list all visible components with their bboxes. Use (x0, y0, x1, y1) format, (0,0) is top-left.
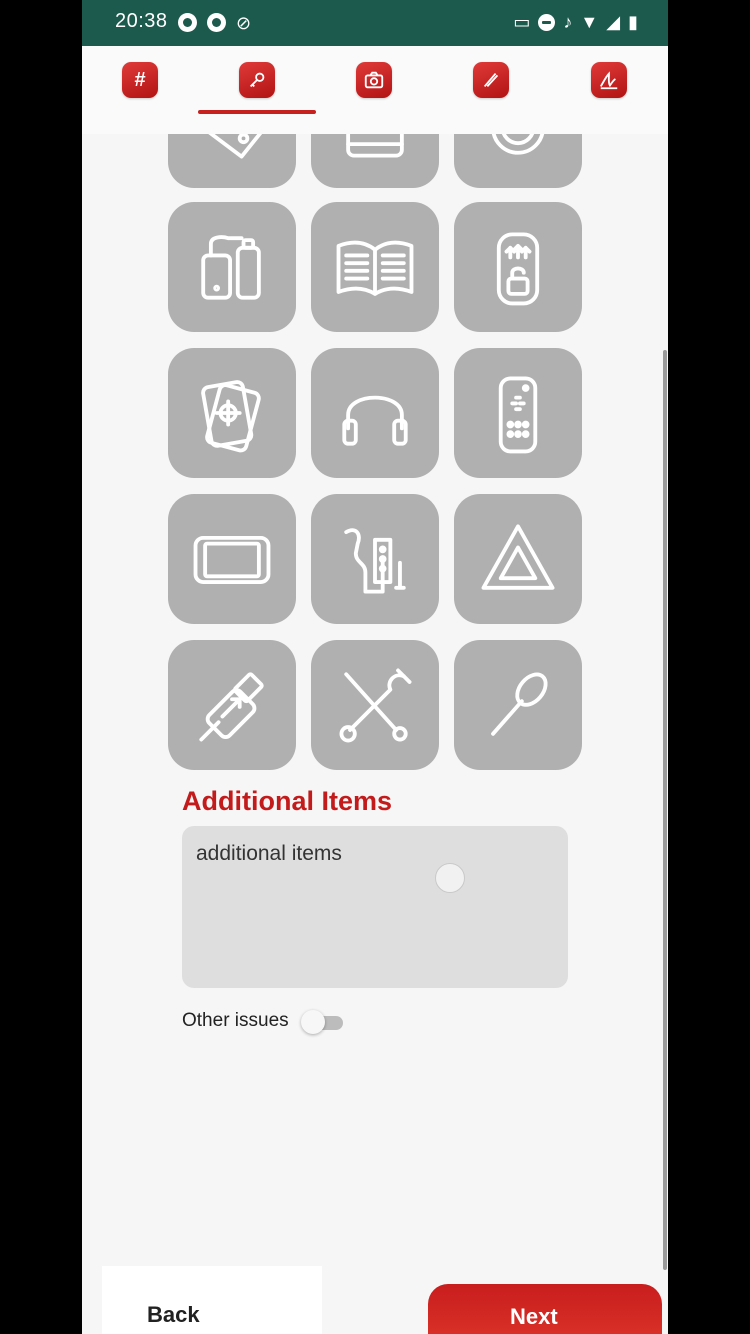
box-icon (346, 134, 404, 158)
record-icon (207, 13, 226, 32)
tile-earphones[interactable] (311, 494, 439, 624)
next-button[interactable]: Next (428, 1284, 662, 1334)
other-issues-toggle[interactable] (300, 1010, 345, 1034)
hash-icon: # (134, 68, 146, 91)
tab-key[interactable] (239, 62, 275, 98)
pen-icon (483, 72, 499, 88)
tile-remote[interactable] (454, 348, 582, 478)
camera-icon (364, 71, 384, 89)
status-bar: 20:38 ⊘ ▭ ♪ ▼ ◢ ▮ (82, 0, 668, 46)
tile-ring[interactable] (454, 134, 582, 188)
tile-lock-device[interactable] (454, 202, 582, 332)
additional-items-title: Additional Items (182, 786, 393, 816)
wifi-icon: ▼ (580, 12, 599, 32)
bell-off-icon: ♪ (563, 12, 573, 32)
tile-usb-cable[interactable] (168, 640, 296, 770)
tile-manual[interactable] (311, 202, 439, 332)
key-icon (249, 72, 265, 88)
active-tab-indicator (198, 110, 316, 114)
charger-icon (201, 235, 261, 300)
warning-triangle-icon (481, 524, 555, 590)
tools-icon (339, 668, 412, 743)
tile-headphones[interactable] (311, 348, 439, 478)
usb-cable-icon (199, 672, 264, 742)
tag-icon (208, 134, 263, 159)
cast-icon: ▭ (513, 12, 531, 32)
battery-icon: ▮ (628, 12, 638, 32)
signal-icon: ◢ (606, 12, 621, 32)
ring-icon (491, 134, 545, 155)
remote-icon (498, 376, 538, 454)
other-issues-row: Other issues (182, 1010, 345, 1034)
scrollbar[interactable] (663, 350, 667, 1270)
tab-camera[interactable] (356, 62, 392, 98)
tab-pen[interactable] (473, 62, 509, 98)
touch-indicator (435, 863, 465, 893)
tab-bar: # (82, 46, 668, 134)
tile-pin-tool[interactable] (454, 640, 582, 770)
signature-icon (599, 71, 618, 90)
back-button[interactable]: Back (102, 1266, 322, 1334)
tile-box[interactable] (311, 134, 439, 188)
tile-charger[interactable] (168, 202, 296, 332)
pin-tool-icon (491, 672, 548, 736)
back-button-label: Back (147, 1302, 200, 1327)
cards-icon (201, 380, 261, 453)
additional-items-value: additional items (196, 842, 342, 865)
content-area: Additional Items additional items Other … (82, 134, 668, 1264)
tile-tag[interactable] (168, 134, 296, 188)
lock-device-icon (496, 232, 540, 306)
phone-screen: 20:38 ⊘ ▭ ♪ ▼ ◢ ▮ # Additional Items add… (82, 0, 668, 1334)
tab-hash[interactable]: # (122, 62, 158, 98)
tile-tools[interactable] (311, 640, 439, 770)
eye-off-icon: ⊘ (236, 13, 252, 33)
additional-items-input[interactable]: additional items (182, 826, 568, 988)
dnd-icon (538, 13, 556, 31)
other-issues-label: Other issues (182, 1010, 289, 1031)
tablet-icon (193, 535, 271, 584)
tile-cards[interactable] (168, 348, 296, 478)
status-time: 20:38 (115, 10, 168, 32)
tile-warning-triangle[interactable] (454, 494, 582, 624)
earphones-icon (344, 528, 406, 594)
toggle-thumb (300, 1010, 325, 1034)
tab-signature[interactable] (591, 62, 627, 98)
tile-tablet[interactable] (168, 494, 296, 624)
next-button-label: Next (510, 1304, 558, 1329)
headphones-icon (342, 395, 408, 446)
manual-icon (336, 240, 414, 296)
spotify-icon (178, 13, 197, 32)
